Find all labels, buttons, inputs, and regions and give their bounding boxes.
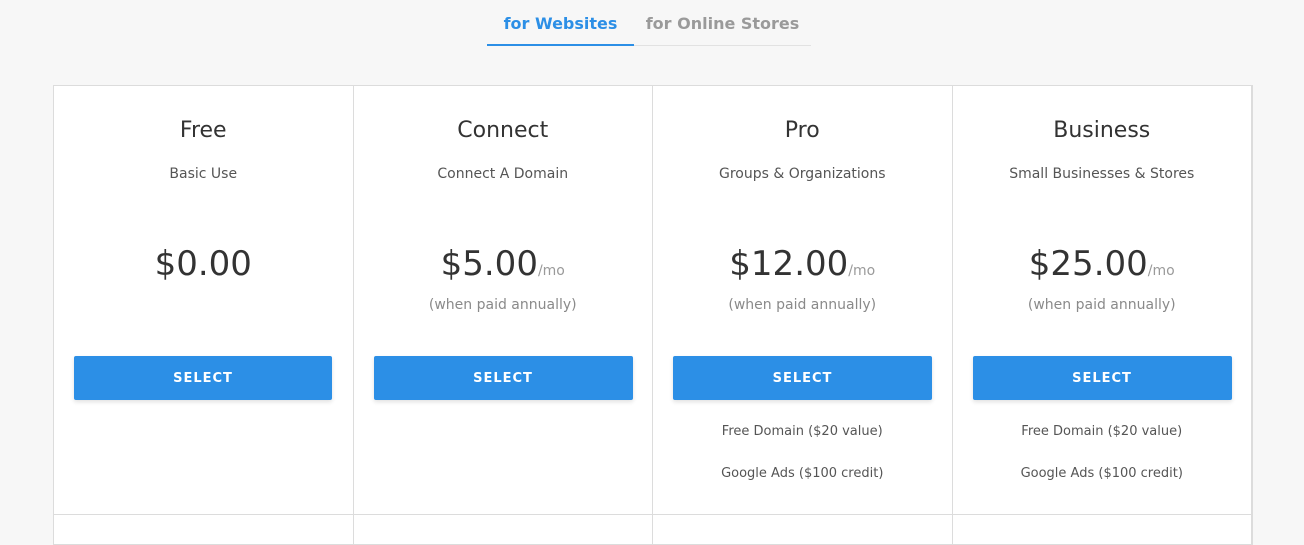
plan-description: Basic Use <box>169 166 238 182</box>
plan-card-connect: Connect Connect A Domain $5.00/mo (when … <box>354 86 653 544</box>
plan-card-business: Business Small Businesses & Stores $25.0… <box>953 86 1252 544</box>
plan-price: $0.00 <box>154 244 252 284</box>
plan-name: Free <box>179 118 227 143</box>
select-business-button[interactable]: SELECT <box>972 356 1232 400</box>
price-row: $12.00/mo <box>653 244 952 284</box>
plan-price: $25.00 <box>1028 244 1148 284</box>
plan-description: Connect A Domain <box>437 166 569 182</box>
plan-name: Connect <box>457 118 549 143</box>
select-free-button[interactable]: SELECT <box>74 356 332 400</box>
select-connect-button[interactable]: SELECT <box>373 356 633 400</box>
tab-for-websites[interactable]: for Websites <box>487 0 634 46</box>
select-pro-button[interactable]: SELECT <box>673 356 932 400</box>
plan-price: $12.00 <box>729 244 849 284</box>
plan-card-pro: Pro Groups & Organizations $12.00/mo (wh… <box>653 86 953 544</box>
plan-card-free: Free Basic Use $0.00 SELECT <box>54 86 354 544</box>
plan-description: Groups & Organizations <box>718 166 886 182</box>
price-row: $25.00/mo <box>953 244 1252 284</box>
plan-category-tabs: for Websites for Online Stores <box>487 0 811 46</box>
price-note: (when paid annually) <box>1027 297 1176 313</box>
price-note: (when paid annually) <box>428 297 577 313</box>
feature-google-ads: Google Ads ($100 credit) <box>1020 466 1183 481</box>
plan-name: Business <box>1053 118 1151 143</box>
tab-for-online-stores[interactable]: for Online Stores <box>634 0 811 44</box>
feature-free-domain: Free Domain ($20 value) <box>1021 424 1183 439</box>
pricing-table: Free Basic Use $0.00 SELECT Connect Conn… <box>53 85 1253 545</box>
plan-name: Pro <box>784 118 820 143</box>
price-row: $5.00/mo <box>354 244 653 284</box>
feature-free-domain: Free Domain ($20 value) <box>721 424 883 439</box>
feature-google-ads: Google Ads ($100 credit) <box>721 466 884 481</box>
table-divider <box>54 514 1252 515</box>
price-period: /mo <box>1147 263 1175 279</box>
plan-price: $5.00 <box>440 244 538 284</box>
plan-description: Small Businesses & Stores <box>1009 166 1195 182</box>
price-period: /mo <box>848 263 876 279</box>
price-note: (when paid annually) <box>728 297 877 313</box>
price-period: /mo <box>537 263 565 279</box>
price-row: $0.00 <box>54 244 353 284</box>
